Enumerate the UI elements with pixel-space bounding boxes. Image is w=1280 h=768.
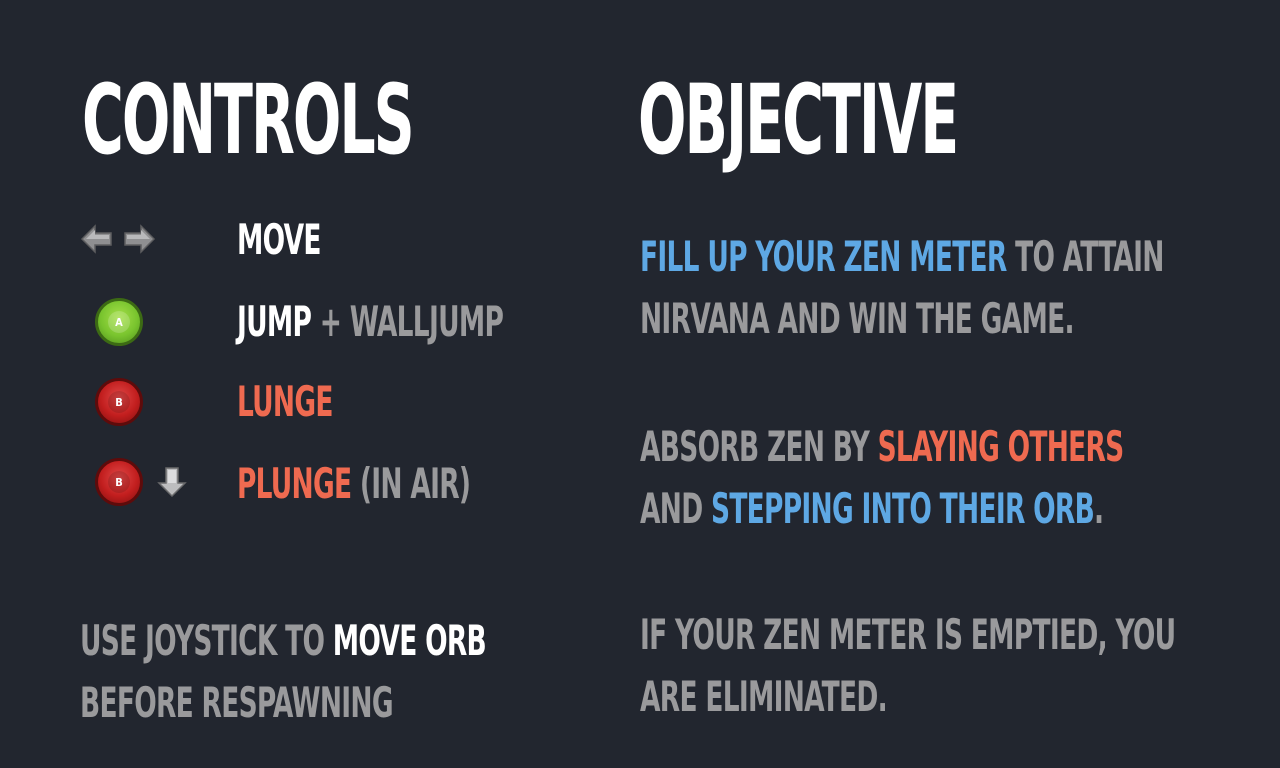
b-button-letter: B	[115, 395, 123, 409]
respawn-instructions: USE JOYSTICK TO MOVE ORB BEFORE RESPAWNI…	[80, 610, 660, 734]
absorb-text: ABSORB ZEN BY	[640, 422, 870, 471]
slaying-text: SLAYING OTHERS	[877, 422, 1125, 471]
controls-heading: CONTROLS	[82, 64, 415, 176]
objective-paragraph-1: FILL UP YOUR ZEN METER TO ATTAIN NIRVANA…	[640, 226, 1280, 350]
objective-paragraph-2: ABSORB ZEN BY SLAYING OTHERS AND STEPPIN…	[640, 416, 1280, 540]
b-button-letter: B	[115, 475, 123, 489]
lunge-label: LUNGE	[237, 377, 333, 426]
eliminated-text: ARE ELIMINATED.	[640, 672, 888, 721]
stepping-text: STEPPING INTO THEIR ORB	[710, 484, 1095, 533]
control-row-lunge: B LUNGE	[80, 374, 540, 430]
nirvana-text: NIRVANA AND WIN THE GAME.	[640, 294, 1075, 343]
control-row-plunge: B PLUNGE (IN AIR)	[80, 456, 540, 512]
plunge-label: PLUNGE	[237, 459, 352, 508]
arrow-down-icon	[157, 467, 187, 498]
respawn-line1-grey: USE JOYSTICK TO	[80, 616, 325, 665]
and-text: AND	[640, 484, 703, 533]
control-label-jump: JUMP + WALLJUMP	[237, 298, 617, 346]
arrow-left-icon	[80, 224, 112, 254]
period-text: .	[1094, 484, 1104, 533]
control-icons-plunge: B	[80, 456, 220, 512]
control-row-jump: A JUMP + WALLJUMP	[80, 294, 540, 350]
b-button-icon: B	[95, 458, 143, 506]
b-button-icon: B	[95, 378, 143, 426]
control-icons-lunge: B	[80, 374, 220, 430]
walljump-label: + WALLJUMP	[319, 297, 504, 346]
jump-label: JUMP	[237, 297, 312, 346]
objective-paragraph-3: IF YOUR ZEN METER IS EMPTIED, YOU ARE EL…	[640, 604, 1280, 728]
attain-text: TO ATTAIN	[1015, 232, 1164, 281]
control-label-plunge: PLUNGE (IN AIR)	[237, 460, 570, 508]
in-air-label: (IN AIR)	[359, 459, 471, 508]
emptied-text: IF YOUR ZEN METER IS EMPTIED, YOU	[640, 610, 1176, 659]
a-button-icon: A	[95, 298, 143, 346]
control-label-lunge: LUNGE	[237, 378, 374, 426]
a-button-letter: A	[115, 315, 123, 329]
objective-heading: OBJECTIVE	[638, 64, 959, 176]
control-label-move: MOVE	[237, 216, 357, 264]
respawn-line1-white: MOVE ORB	[332, 616, 487, 665]
zen-meter-text: FILL UP YOUR ZEN METER	[640, 232, 1007, 281]
respawn-line2: BEFORE RESPAWNING	[80, 678, 394, 727]
control-icons-move	[80, 212, 220, 268]
control-icons-jump: A	[80, 294, 220, 350]
control-row-move: MOVE	[80, 212, 540, 268]
move-label: MOVE	[237, 215, 321, 264]
arrow-right-icon	[124, 224, 156, 254]
